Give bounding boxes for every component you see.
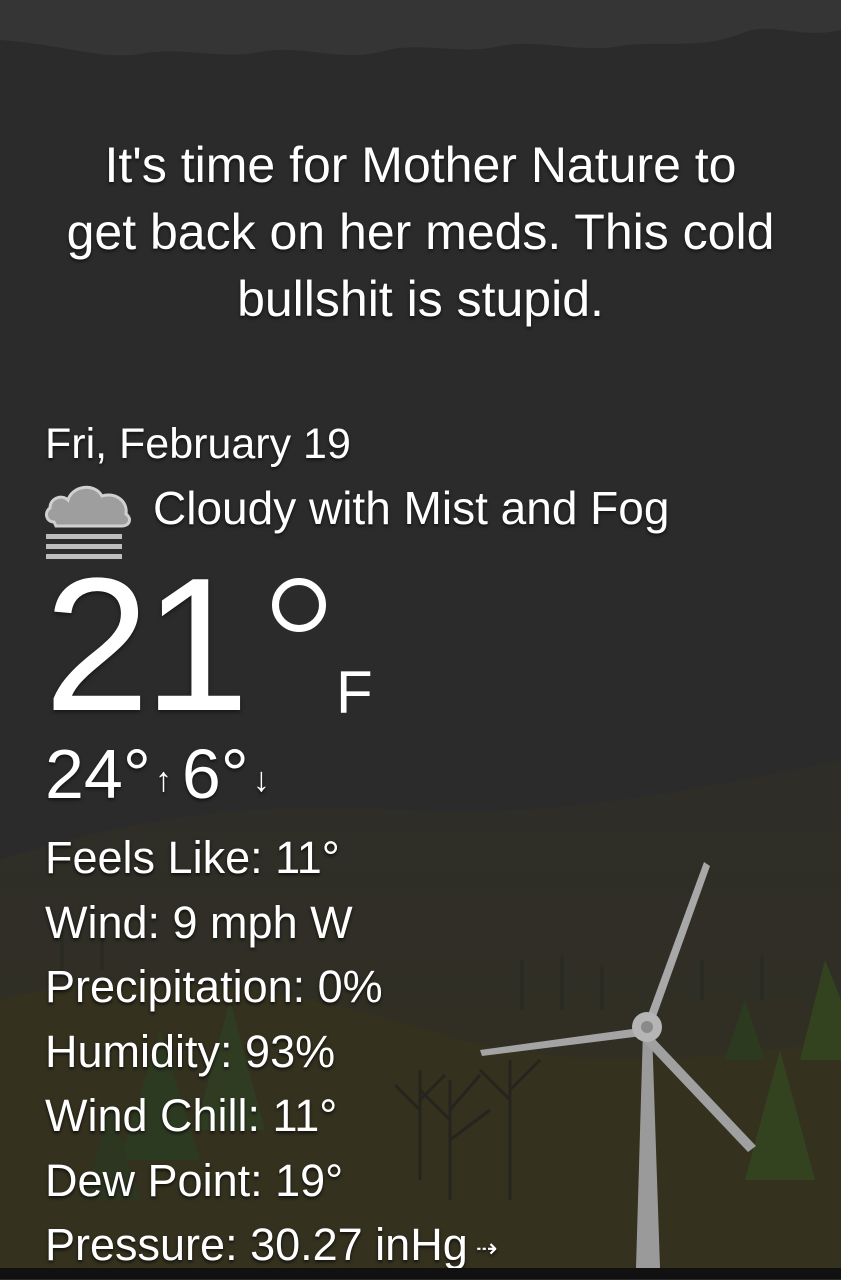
bottom-edge <box>0 1268 841 1279</box>
high-temp: 24° <box>45 735 151 813</box>
quote-line-1: It's time for Mother Nature to <box>104 137 737 193</box>
arrow-up-icon: ↑ <box>154 760 172 799</box>
cloud-band <box>0 0 841 56</box>
feels-like: Feels Like: 11° <box>45 832 340 883</box>
condition-text: Cloudy with Mist and Fog <box>153 482 670 534</box>
degree-symbol <box>272 578 326 632</box>
humidity: Humidity: 93% <box>45 1025 336 1077</box>
weather-quote: It's time for Mother Nature to get back … <box>0 132 841 333</box>
wind: Wind: 9 mph W <box>45 896 353 948</box>
quote-line-2: get back on her meds. This cold <box>66 204 775 260</box>
precipitation: Precipitation: 0% <box>45 961 383 1012</box>
low-temp: 6° <box>181 735 249 813</box>
forecast-date: Fri, February 19 <box>45 420 351 468</box>
pressure: Pressure: 30.27 inHg <box>45 1219 468 1270</box>
weather-details: Feels Like: 11° Wind: 9 mph W Precipitat… <box>45 826 498 1280</box>
current-temperature: 21 <box>44 539 249 751</box>
wind-chill: Wind Chill: 11° <box>45 1090 338 1141</box>
pressure-trend-icon: ⇢ <box>475 1232 498 1263</box>
dew-point: Dew Point: 19° <box>45 1154 344 1206</box>
quote-line-3: bullshit is stupid. <box>237 271 604 327</box>
high-low-temperature: 24° ↑ 6° ↓ <box>45 734 280 820</box>
arrow-down-icon: ↓ <box>252 760 270 799</box>
temperature-unit: F <box>336 659 373 726</box>
